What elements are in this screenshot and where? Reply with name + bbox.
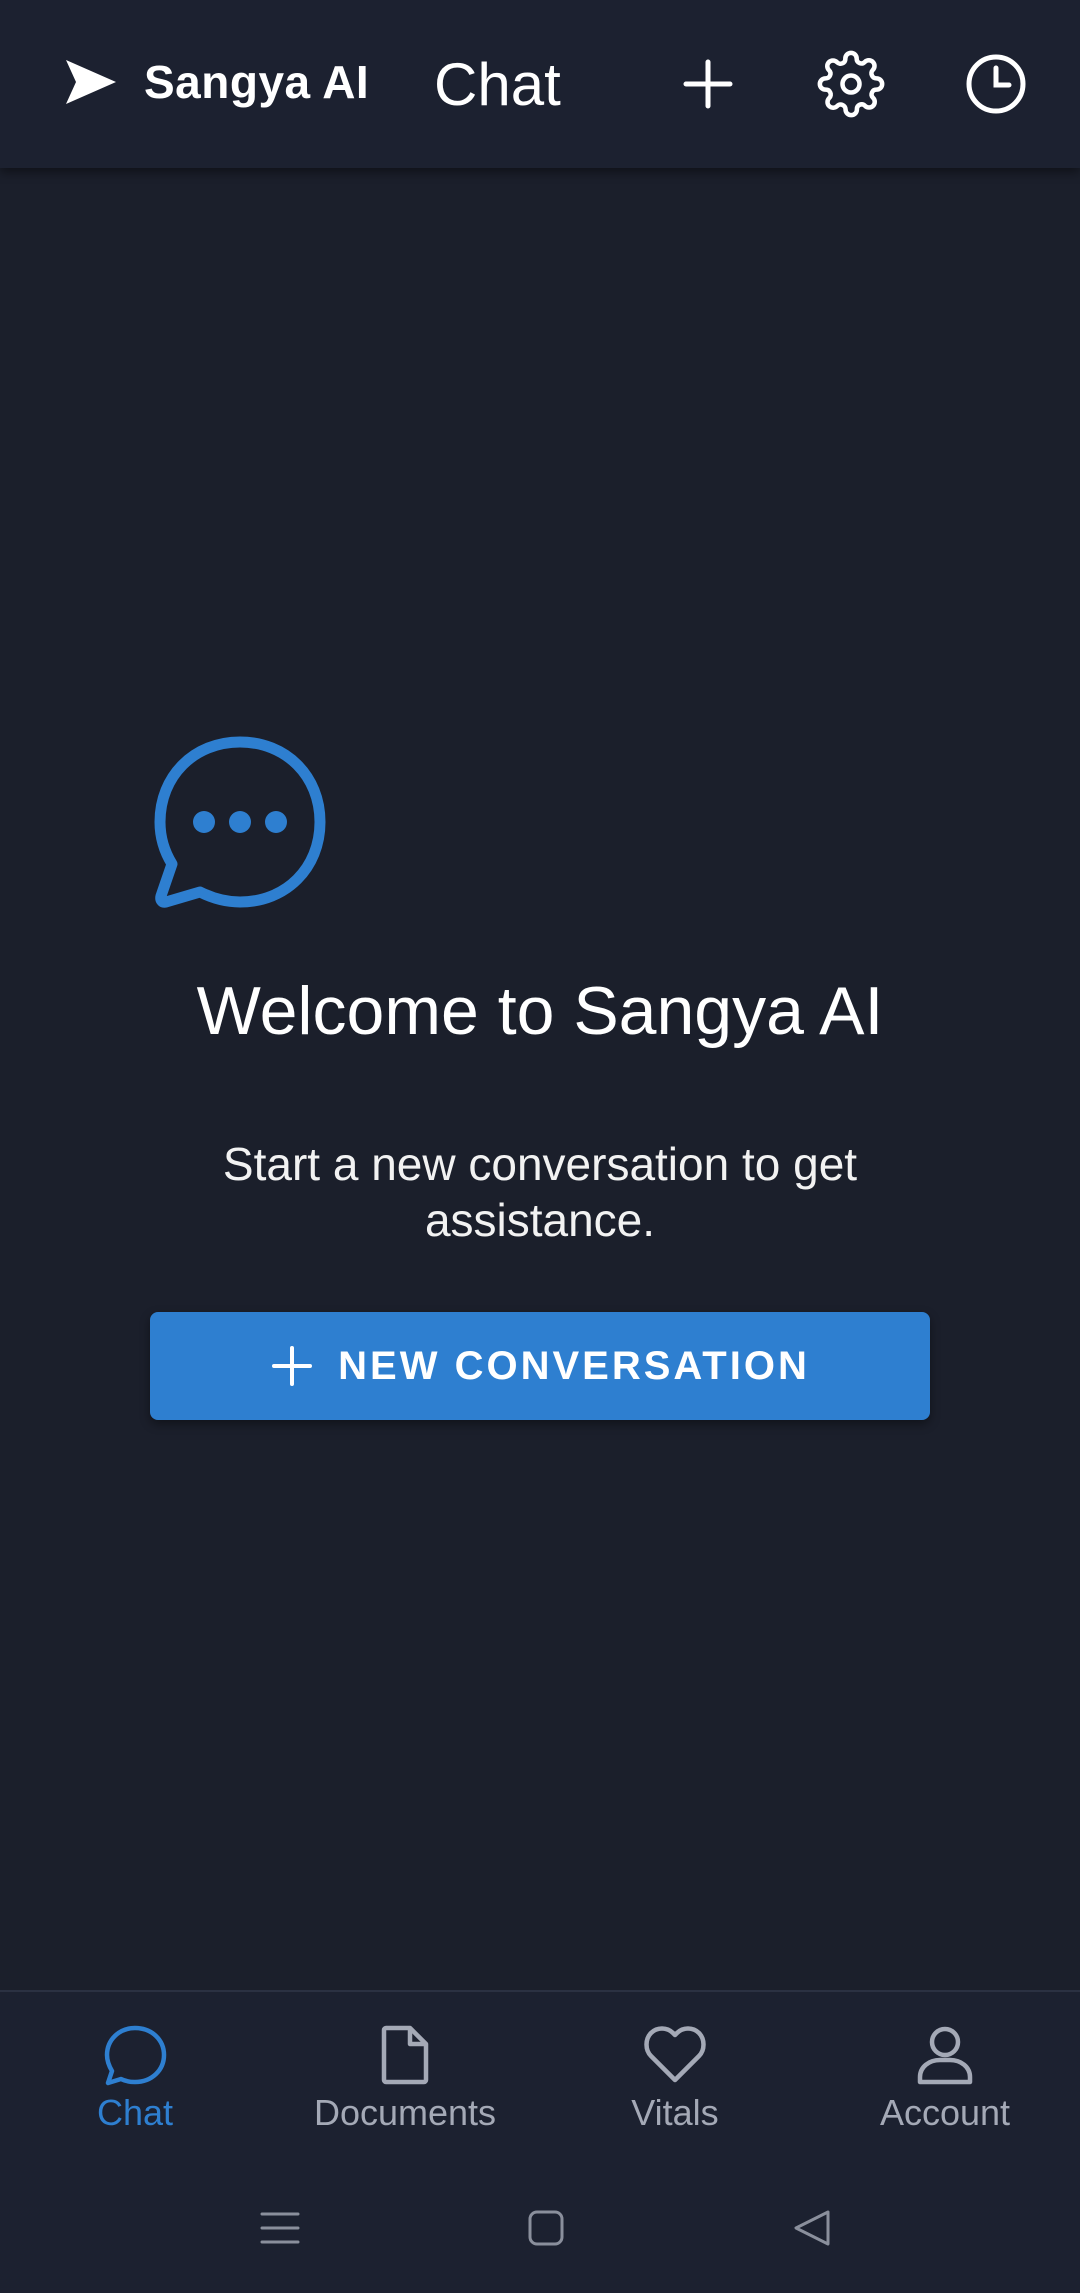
nav-label-chat: Chat <box>96 2092 174 2133</box>
nav-item-account[interactable]: Account <box>810 2022 1080 2152</box>
chat-screen: Sangya AI Chat Welcome to Sangya AI Star… <box>0 0 1080 2293</box>
clock-icon <box>966 54 1026 114</box>
system-navigation-bar <box>0 2170 1080 2293</box>
heart-icon <box>644 2026 706 2083</box>
top-app-bar: Sangya AI Chat <box>0 0 1080 168</box>
brand: Sangya AI <box>60 52 369 112</box>
new-chat-button[interactable] <box>672 48 744 120</box>
history-button[interactable] <box>960 48 1032 120</box>
plus-icon <box>272 1346 313 1386</box>
menu-icon <box>260 2212 300 2244</box>
back-triangle-icon <box>794 2210 830 2246</box>
settings-button[interactable] <box>815 48 887 120</box>
nav-item-vitals[interactable]: Vitals <box>540 2022 810 2152</box>
bottom-navigation: Chat Documents Vitals Account <box>0 1990 1080 2172</box>
home-button[interactable] <box>516 2198 576 2258</box>
welcome-title: Welcome to Sangya AI <box>196 973 884 1049</box>
nav-item-chat[interactable]: Chat <box>0 2022 270 2152</box>
nav-label-documents: Documents <box>313 2092 497 2133</box>
brand-name: Sangya AI <box>144 56 370 108</box>
nav-item-documents[interactable]: Documents <box>270 2022 540 2152</box>
gear-icon <box>817 50 885 118</box>
chat-bubble-icon <box>104 2025 167 2086</box>
user-icon <box>917 2026 973 2085</box>
plus-icon <box>683 59 733 109</box>
back-button[interactable] <box>782 2198 842 2258</box>
recents-button[interactable] <box>250 2198 310 2258</box>
nav-label-vitals: Vitals <box>631 2092 719 2133</box>
page-title: Chat <box>434 51 561 118</box>
welcome-subtitle: Start a new conversation to get assistan… <box>222 1138 858 1246</box>
new-conversation-button[interactable]: NEW CONVERSATION <box>150 1312 930 1420</box>
nav-label-account: Account <box>879 2092 1011 2133</box>
chat-bubble-dots-icon <box>154 736 326 908</box>
send-logo-icon <box>66 60 116 104</box>
home-square-icon <box>528 2210 564 2246</box>
new-conversation-label: NEW CONVERSATION <box>338 1343 810 1388</box>
document-icon <box>381 2025 429 2085</box>
